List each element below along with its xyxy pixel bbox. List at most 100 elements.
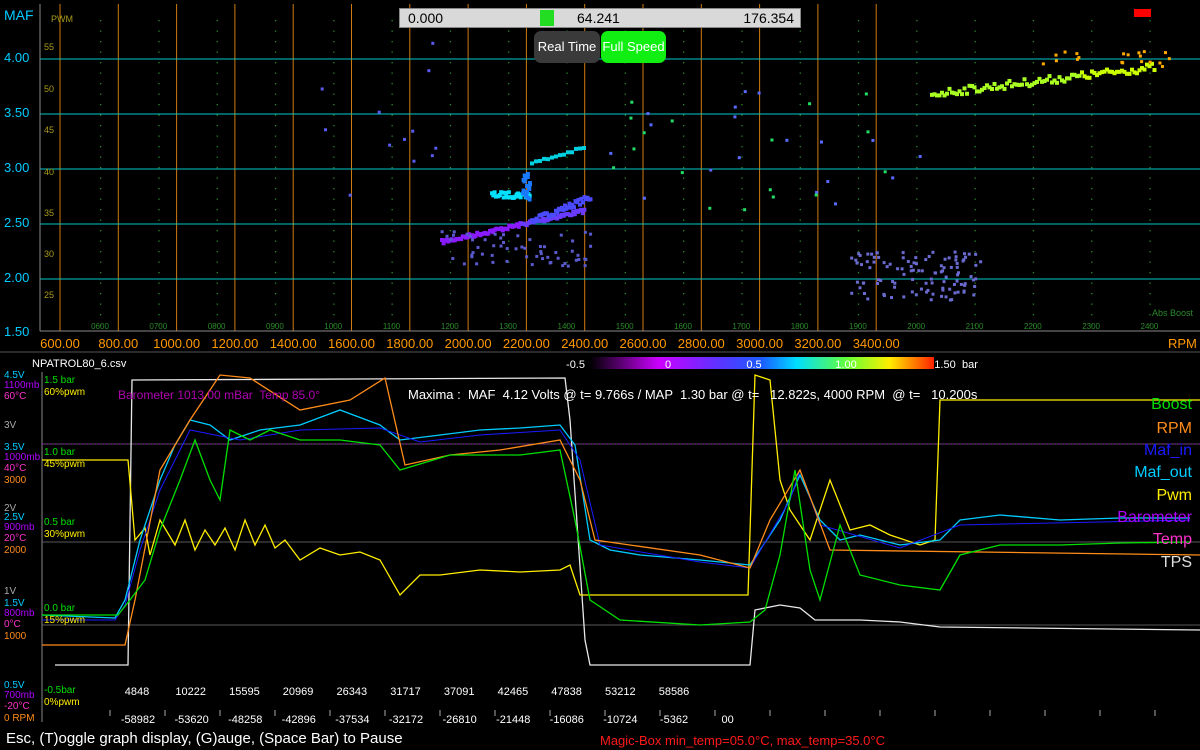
scatter-point — [1077, 56, 1081, 60]
scatter-point — [992, 81, 997, 86]
top-dot-grid — [624, 282, 626, 284]
top-dot-grid — [1091, 188, 1093, 190]
trace-line — [41, 409, 1190, 619]
top-dot-grid — [508, 104, 510, 106]
top-dot-grid — [100, 114, 102, 116]
top-dot-grid — [857, 198, 860, 200]
colorbar-tick: 0.5 — [746, 359, 761, 371]
scatter-point — [737, 156, 741, 160]
top-dot-grid — [916, 156, 918, 158]
maf-tick-label: 1.50 — [4, 324, 29, 339]
top-dot-grid — [333, 177, 335, 179]
top-dot-grid — [566, 156, 568, 158]
record-indicator[interactable] — [1134, 9, 1151, 17]
top-dot-grid — [916, 125, 918, 127]
top-dot-grid — [158, 177, 160, 179]
top-dot-grid — [274, 251, 277, 253]
top-dot-grid — [1032, 293, 1035, 295]
chart-canvas: MAF 4.00 3.50 3.00 2.50 2.00 1.50 PWM 55 50 45 40 35… — [0, 4, 1200, 726]
top-dot-grid — [974, 314, 976, 316]
top-dot-grid — [799, 83, 801, 85]
scatter-point — [452, 230, 456, 234]
top-dot-grid — [216, 272, 218, 274]
time-tick-top: 47838 — [551, 686, 582, 698]
scatter-point — [1063, 50, 1067, 54]
top-dot-grid — [799, 156, 801, 158]
top-dot-grid — [974, 209, 976, 211]
realtime-button[interactable]: Real Time — [534, 31, 600, 63]
top-dot-grid — [1032, 62, 1035, 64]
scatter-point — [1007, 78, 1012, 83]
scatter-point — [896, 267, 900, 271]
scatter-point — [609, 151, 613, 155]
scatter-point — [757, 91, 761, 95]
top-dot-grid — [216, 146, 218, 148]
scatter-point — [927, 255, 931, 259]
scatter-point — [876, 278, 880, 282]
scatter-point — [559, 233, 563, 237]
top-dot-grid — [333, 198, 335, 200]
scatter-point — [941, 269, 945, 273]
scatter-point — [814, 193, 818, 197]
fullspeed-button[interactable]: Full Speed — [601, 31, 666, 63]
scatter-point — [538, 245, 542, 249]
top-dot-grid — [391, 272, 393, 274]
top-dot-grid — [741, 272, 743, 274]
slider-thumb[interactable] — [540, 10, 554, 26]
top-dot-grid — [974, 114, 976, 116]
top-dot-grid — [974, 230, 976, 232]
scatter-point — [377, 110, 381, 114]
scatter-point — [1075, 52, 1079, 56]
top-dot-grid — [100, 219, 102, 221]
top-dot-grid — [974, 188, 976, 190]
top-dot-grid — [1032, 114, 1035, 116]
scatter-point — [942, 266, 946, 270]
top-dot-grid — [508, 93, 510, 95]
top-dot-grid — [566, 198, 568, 200]
pwm-tick-label: 45 — [44, 125, 54, 135]
top-dot-grid — [1149, 177, 1151, 179]
scatter-point — [538, 158, 542, 163]
rpm-minor-label: 1700 — [732, 322, 750, 331]
top-dot-grid — [799, 167, 801, 169]
pwm-tick-label: 25 — [44, 290, 54, 300]
scatter-point — [1067, 76, 1072, 81]
temp-scale-label: 40°C — [4, 463, 26, 474]
trace-line — [55, 377, 1200, 666]
time-tick-bottom: -53620 — [174, 714, 208, 726]
top-dot-grid — [1091, 209, 1093, 211]
time-slider[interactable]: 0.000 64.241 176.354 — [399, 8, 801, 28]
top-dot-grid — [391, 135, 393, 137]
top-dot-grid — [741, 167, 743, 169]
top-dot-grid — [449, 261, 452, 263]
scatter-point — [893, 285, 897, 289]
pwm-tick-label: 50 — [44, 84, 54, 94]
top-dot-grid — [508, 135, 510, 137]
scatter-point — [875, 251, 879, 255]
top-dot-grid — [799, 261, 801, 263]
top-dot-grid — [1032, 219, 1035, 221]
top-dot-grid — [857, 51, 860, 53]
top-dot-grid — [566, 282, 568, 284]
top-dot-grid — [1149, 41, 1151, 43]
top-dot-grid — [857, 83, 860, 85]
top-dot-grid — [857, 20, 860, 22]
top-dot-grid — [391, 72, 393, 74]
top-dot-grid — [391, 125, 393, 127]
top-dot-grid — [1032, 41, 1035, 43]
scatter-point — [583, 230, 587, 234]
top-dot-grid — [741, 251, 743, 253]
top-dot-grid — [624, 135, 626, 137]
magic-box-status: Magic-Box min_temp=05.0°C, max_temp=35.0… — [600, 733, 885, 748]
rpm-tick-label: 1600.00 — [328, 336, 375, 351]
top-dot-grid — [916, 83, 918, 85]
top-dot-grid — [683, 282, 685, 284]
top-dot-grid — [508, 282, 510, 284]
top-dot-grid — [333, 303, 335, 305]
top-dot-grid — [274, 62, 277, 64]
top-dot-grid — [158, 219, 160, 221]
top-dot-grid — [1149, 167, 1151, 169]
top-dot-grid — [1149, 282, 1151, 284]
top-dot-grid — [799, 219, 801, 221]
scatter-point — [578, 146, 582, 151]
